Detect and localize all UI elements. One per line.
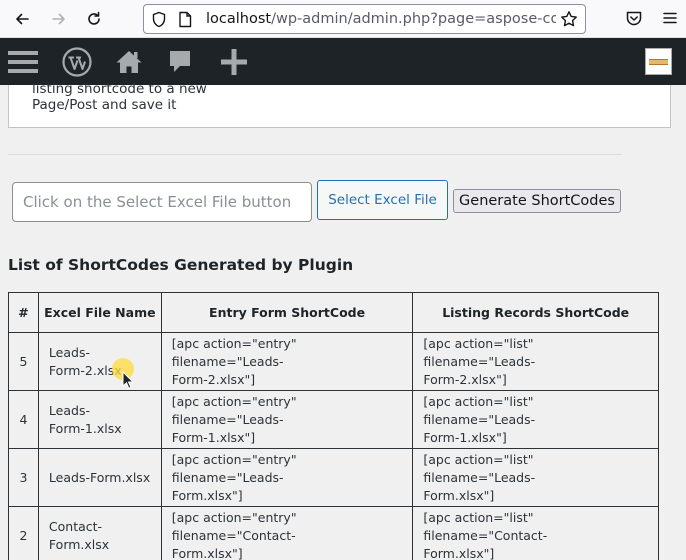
list-shortcode-line-2: Form.xlsx"] <box>423 545 495 560</box>
row-number: 5 <box>8 332 39 391</box>
entry-shortcode-cell: [apc action="entry" filename="Leads- Form… <box>160 390 414 449</box>
table-row: 4 Leads- Form-1.xlsx [apc action="entry" … <box>8 390 659 449</box>
avatar-image <box>649 58 668 65</box>
back-arrow-icon[interactable] <box>10 7 34 31</box>
file-name-line-1: Contact- <box>48 518 103 534</box>
file-name-cell: Leads-Form.xlsx <box>37 448 162 507</box>
list-shortcode-cell: [apc action="list" filename="Contact- For… <box>412 506 659 560</box>
list-shortcode-cell: [apc action="list" filename="Leads- Form.… <box>412 448 659 507</box>
entry-shortcode-line-2: Form.xlsx"] <box>171 487 243 503</box>
file-name-line-1: Leads-Form.xlsx <box>48 469 151 485</box>
shield-icon[interactable] <box>151 11 167 32</box>
list-shortcode-line-1: [apc action="list" filename="Leads- <box>423 393 536 427</box>
entry-shortcode-cell: [apc action="entry" filename="Leads- Form… <box>160 448 414 507</box>
pocket-icon[interactable] <box>625 10 643 31</box>
entry-shortcode-cell: [apc action="entry" filename="Leads- Form… <box>160 332 414 391</box>
entry-shortcode-line-1: [apc action="entry" filename="Leads- <box>171 451 297 485</box>
entry-shortcode-line-1: [apc action="entry" filename="Leads- <box>171 393 297 427</box>
url-bar[interactable]: localhost/wp-admin/admin.php?page=aspose… <box>143 4 586 34</box>
list-shortcode-cell: [apc action="list" filename="Leads- Form-… <box>412 332 659 391</box>
list-shortcode-line-2: Form-2.xlsx"] <box>423 371 507 387</box>
table-row: 5 Leads- Form-2.xlsx [apc action="entry" … <box>8 332 659 391</box>
hamburger-menu-icon[interactable] <box>662 10 678 30</box>
file-name-cell: Leads- Form-1.xlsx <box>37 390 162 449</box>
section-divider <box>8 154 622 155</box>
row-number: 3 <box>8 448 39 507</box>
list-shortcode-line-2: Form-1.xlsx"] <box>423 429 507 445</box>
header-number: # <box>8 292 39 333</box>
comment-icon[interactable] <box>164 38 196 85</box>
home-icon[interactable] <box>113 38 145 85</box>
excel-file-input[interactable]: Click on the Select Excel File button <box>12 182 312 222</box>
star-icon[interactable] <box>560 10 578 32</box>
file-name-line-2: Form-2.xlsx <box>48 362 122 378</box>
row-number: 4 <box>8 390 39 449</box>
generate-shortcodes-button[interactable]: Generate ShortCodes <box>453 189 621 213</box>
page-icon[interactable] <box>178 11 192 32</box>
entry-shortcode-line-2: Form-2.xlsx"] <box>171 371 256 387</box>
shortcodes-table: # Excel File Name Entry Form ShortCode L… <box>8 292 659 560</box>
file-name-cell: Leads- Form-2.xlsx <box>37 332 162 391</box>
select-excel-file-button[interactable]: Select Excel File <box>317 180 448 220</box>
header-excel-file-name: Excel File Name <box>37 292 162 333</box>
instruction-text: listing shortcode to a new Page/Post and… <box>32 81 262 113</box>
reload-icon[interactable] <box>82 7 106 31</box>
entry-shortcode-line-1: [apc action="entry" filename="Contact- <box>171 509 297 543</box>
list-shortcode-line-1: [apc action="list" filename="Contact- <box>423 509 548 543</box>
entry-shortcode-line-1: [apc action="entry" filename="Leads- <box>171 335 297 369</box>
entry-shortcode-line-2: Form-1.xlsx"] <box>171 429 256 445</box>
menu-toggle-icon[interactable] <box>5 38 41 85</box>
table-row: 3 Leads-Form.xlsx [apc action="entry" fi… <box>8 448 659 507</box>
avatar[interactable] <box>645 48 672 75</box>
url-path: /wp-admin/admin.php?page=aspose-cont <box>271 11 556 27</box>
list-shortcode-line-2: Form.xlsx"] <box>423 487 495 503</box>
file-name-cell: Contact- Form.xlsx <box>37 506 162 560</box>
entry-shortcode-cell: [apc action="entry" filename="Contact- Fo… <box>160 506 414 560</box>
table-header-row: # Excel File Name Entry Form ShortCode L… <box>8 292 659 333</box>
url-text: localhost/wp-admin/admin.php?page=aspose… <box>206 11 556 27</box>
wordpress-logo-icon[interactable] <box>59 38 95 85</box>
file-name-line-1: Leads- <box>48 402 90 418</box>
instruction-line-1: listing shortcode to a new <box>32 81 207 97</box>
browser-toolbar: localhost/wp-admin/admin.php?page=aspose… <box>0 0 686 38</box>
list-shortcode-line-1: [apc action="list" filename="Leads- <box>423 335 536 369</box>
table-row: 2 Contact- Form.xlsx [apc action="entry" … <box>8 506 659 560</box>
instruction-box: listing shortcode to a new Page/Post and… <box>8 81 671 128</box>
instruction-line-2: Page/Post and save it <box>32 97 177 113</box>
header-listing-records-shortcode: Listing Records ShortCode <box>412 292 659 333</box>
file-name-line-1: Leads- <box>48 344 90 360</box>
url-host: localhost <box>206 11 272 27</box>
mouse-cursor-icon <box>122 371 134 389</box>
row-number: 2 <box>8 506 39 560</box>
header-entry-form-shortcode: Entry Form ShortCode <box>160 292 414 333</box>
list-heading: List of ShortCodes Generated by Plugin <box>8 256 354 274</box>
file-name-line-2: Form-1.xlsx <box>48 420 122 436</box>
entry-shortcode-line-2: Form.xlsx"] <box>171 545 243 560</box>
wp-admin-bar <box>0 38 686 85</box>
forward-arrow-icon[interactable] <box>47 7 71 31</box>
plus-icon[interactable] <box>218 38 250 85</box>
file-name-line-2: Form.xlsx <box>48 536 110 552</box>
list-shortcode-cell: [apc action="list" filename="Leads- Form-… <box>412 390 659 449</box>
list-shortcode-line-1: [apc action="list" filename="Leads- <box>423 451 536 485</box>
